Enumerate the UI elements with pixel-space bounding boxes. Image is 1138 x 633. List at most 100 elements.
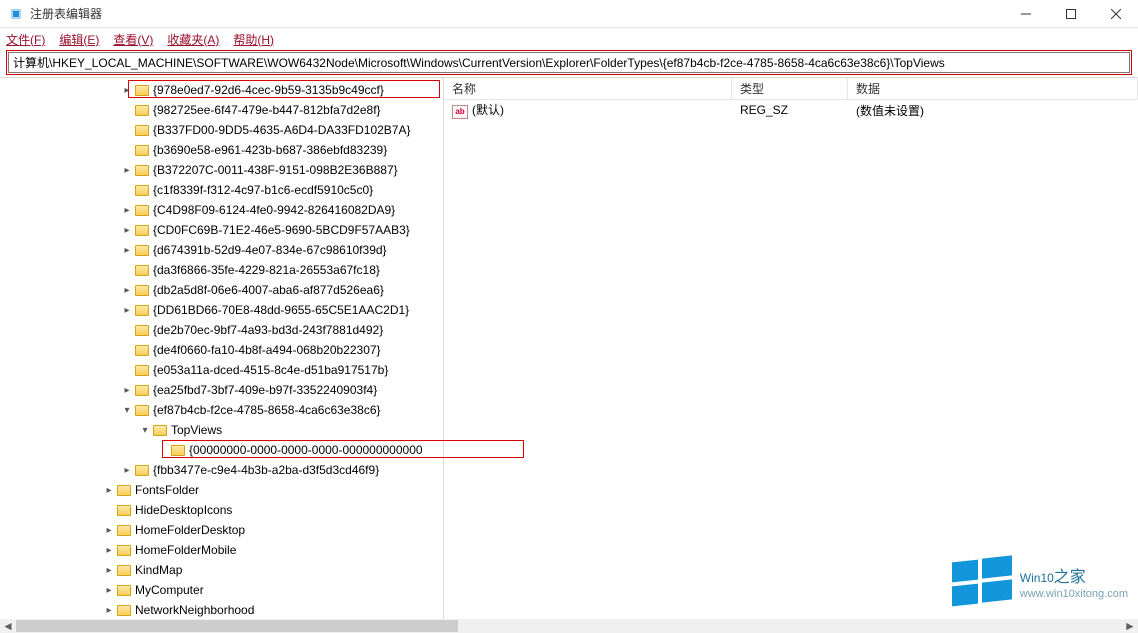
tree-item[interactable]: ▸ NetworkNeighborhood: [0, 600, 443, 619]
tree-item-label: HomeFolderMobile: [135, 543, 236, 557]
tree-item[interactable]: ▸ MyComputer: [0, 580, 443, 600]
values-list[interactable]: ab(默认)REG_SZ(数值未设置): [444, 100, 1138, 120]
tree-item[interactable]: ▾ TopViews: [0, 420, 443, 440]
twisty-collapsed-icon[interactable]: ▸: [120, 465, 134, 476]
tree-item[interactable]: ▸ {ea25fbd7-3bf7-409e-b97f-3352240903f4}: [0, 380, 443, 400]
minimize-button[interactable]: [1003, 0, 1048, 28]
tree-item[interactable]: {de2b70ec-9bf7-4a93-bd3d-243f7881d492}: [0, 320, 443, 340]
folder-icon: [116, 523, 132, 537]
tree-item-label: NetworkNeighborhood: [135, 603, 254, 617]
twisty-collapsed-icon[interactable]: ▸: [102, 605, 116, 616]
folder-icon: [134, 343, 150, 357]
tree-item[interactable]: ▸ {d674391b-52d9-4e07-834e-67c98610f39d}: [0, 240, 443, 260]
scroll-thumb[interactable]: [16, 620, 458, 632]
tree-item[interactable]: ▸{db2a5d8f-06e6-4007-aba6-af877d526ea6}: [0, 280, 443, 300]
twisty-collapsed-icon[interactable]: ▸: [120, 225, 134, 236]
tree-item-label: MyComputer: [135, 583, 204, 597]
addressbar-path: 计算机\HKEY_LOCAL_MACHINE\SOFTWARE\WOW6432N…: [13, 54, 945, 71]
tree-item[interactable]: ▸ KindMap: [0, 560, 443, 580]
folder-icon: [134, 383, 150, 397]
registry-tree[interactable]: ▸{978e0ed7-92d6-4cec-9b59-3135b9c49ccf}{…: [0, 78, 443, 619]
twisty-collapsed-icon[interactable]: ▸: [120, 285, 134, 296]
tree-item-label: {ea25fbd7-3bf7-409e-b97f-3352240903f4}: [153, 383, 377, 397]
tree-item[interactable]: {c1f8339f-f312-4c97-b1c6-ecdf5910c5c0}: [0, 180, 443, 200]
menu-help[interactable]: 帮助(H): [233, 31, 274, 48]
folder-icon: [134, 363, 150, 377]
tree-item-label: {B372207C-0011-438F-9151-098B2E36B887}: [153, 163, 398, 177]
tree-item-label: {CD0FC69B-71E2-46e5-9690-5BCD9F57AAB3}: [153, 223, 410, 237]
value-row[interactable]: ab(默认)REG_SZ(数值未设置): [444, 100, 1138, 120]
content-area: ▸{978e0ed7-92d6-4cec-9b59-3135b9c49ccf}{…: [0, 77, 1138, 619]
folder-icon: [134, 163, 150, 177]
scroll-left-button[interactable]: ◄: [0, 619, 16, 633]
tree-item[interactable]: {B337FD00-9DD5-4635-A6D4-DA33FD102B7A}: [0, 120, 443, 140]
tree-item-label: {c1f8339f-f312-4c97-b1c6-ecdf5910c5c0}: [153, 183, 373, 197]
twisty-collapsed-icon[interactable]: ▸: [120, 305, 134, 316]
tree-panel: ▸{978e0ed7-92d6-4cec-9b59-3135b9c49ccf}{…: [0, 78, 444, 619]
folder-icon: [116, 483, 132, 497]
menu-file[interactable]: 文件(F): [6, 31, 45, 48]
folder-icon: [116, 503, 132, 517]
twisty-collapsed-icon[interactable]: ▸: [102, 585, 116, 596]
tree-item[interactable]: {e053a11a-dced-4515-8c4e-d51ba917517b}: [0, 360, 443, 380]
tree-item[interactable]: {da3f6866-35fe-4229-821a-26553a67fc18}: [0, 260, 443, 280]
close-icon: [1111, 9, 1121, 19]
twisty-collapsed-icon[interactable]: ▸: [102, 485, 116, 496]
app-icon: [8, 6, 24, 22]
tree-item-label: {B337FD00-9DD5-4635-A6D4-DA33FD102B7A}: [153, 123, 410, 137]
close-button[interactable]: [1093, 0, 1138, 28]
tree-item[interactable]: ▾ {ef87b4cb-f2ce-4785-8658-4ca6c63e38c6}: [0, 400, 443, 420]
tree-item[interactable]: ▸ HomeFolderMobile: [0, 540, 443, 560]
folder-icon: [134, 243, 150, 257]
folder-icon: [134, 303, 150, 317]
twisty-expanded-icon[interactable]: ▾: [120, 405, 134, 416]
menu-edit[interactable]: 编辑(E): [59, 31, 99, 48]
tree-item-label: {d674391b-52d9-4e07-834e-67c98610f39d}: [153, 243, 387, 257]
scroll-track[interactable]: [16, 619, 1122, 633]
col-header-type[interactable]: 类型: [732, 78, 848, 99]
tree-item[interactable]: HideDesktopIcons: [0, 500, 443, 520]
addressbar[interactable]: 计算机\HKEY_LOCAL_MACHINE\SOFTWARE\WOW6432N…: [8, 52, 1130, 73]
tree-item[interactable]: ▸ FontsFolder: [0, 480, 443, 500]
value-data-cell: (数值未设置): [848, 102, 1138, 119]
tree-item-label: HomeFolderDesktop: [135, 523, 245, 537]
scroll-right-button[interactable]: ►: [1122, 619, 1138, 633]
values-header: 名称 类型 数据: [444, 78, 1138, 100]
menu-view[interactable]: 查看(V): [113, 31, 153, 48]
tree-item[interactable]: ▸ {CD0FC69B-71E2-46e5-9690-5BCD9F57AAB3}: [0, 220, 443, 240]
folder-icon: [134, 123, 150, 137]
menu-favorites[interactable]: 收藏夹(A): [167, 31, 219, 48]
maximize-icon: [1066, 9, 1076, 19]
tree-item[interactable]: ▸{fbb3477e-c9e4-4b3b-a2ba-d3f5d3cd46f9}: [0, 460, 443, 480]
twisty-collapsed-icon[interactable]: ▸: [120, 205, 134, 216]
twisty-collapsed-icon[interactable]: ▸: [102, 565, 116, 576]
folder-icon: [116, 603, 132, 617]
tree-item[interactable]: ▸{DD61BD66-70E8-48dd-9655-65C5E1AAC2D1}: [0, 300, 443, 320]
folder-icon: [116, 563, 132, 577]
col-header-name[interactable]: 名称: [444, 78, 732, 99]
tree-item[interactable]: {982725ee-6f47-479e-b447-812bfa7d2e8f}: [0, 100, 443, 120]
twisty-collapsed-icon[interactable]: ▸: [120, 245, 134, 256]
twisty-collapsed-icon[interactable]: ▸: [120, 165, 134, 176]
tree-item[interactable]: ▸{C4D98F09-6124-4fe0-9942-826416082DA9}: [0, 200, 443, 220]
twisty-collapsed-icon[interactable]: ▸: [102, 545, 116, 556]
col-header-data[interactable]: 数据: [848, 78, 1138, 99]
tree-item[interactable]: {de4f0660-fa10-4b8f-a494-068b20b22307}: [0, 340, 443, 360]
folder-icon: [134, 183, 150, 197]
twisty-expanded-icon[interactable]: ▾: [138, 425, 152, 436]
value-name-label: (默认): [472, 103, 504, 117]
tree-item[interactable]: ▸ HomeFolderDesktop: [0, 520, 443, 540]
twisty-collapsed-icon[interactable]: ▸: [120, 385, 134, 396]
tree-item-label: TopViews: [171, 423, 222, 437]
tree-item-label: KindMap: [135, 563, 182, 577]
tree-item-label: FontsFolder: [135, 483, 199, 497]
titlebar: 注册表编辑器: [0, 0, 1138, 28]
folder-icon: [134, 103, 150, 117]
tree-item[interactable]: {b3690e58-e961-423b-b687-386ebfd83239}: [0, 140, 443, 160]
twisty-collapsed-icon[interactable]: ▸: [102, 525, 116, 536]
maximize-button[interactable]: [1048, 0, 1093, 28]
tree-item-label: {ef87b4cb-f2ce-4785-8658-4ca6c63e38c6}: [153, 403, 381, 417]
horizontal-scrollbar[interactable]: ◄ ►: [0, 619, 1138, 633]
folder-icon: [134, 223, 150, 237]
tree-item[interactable]: ▸ {B372207C-0011-438F-9151-098B2E36B887}: [0, 160, 443, 180]
